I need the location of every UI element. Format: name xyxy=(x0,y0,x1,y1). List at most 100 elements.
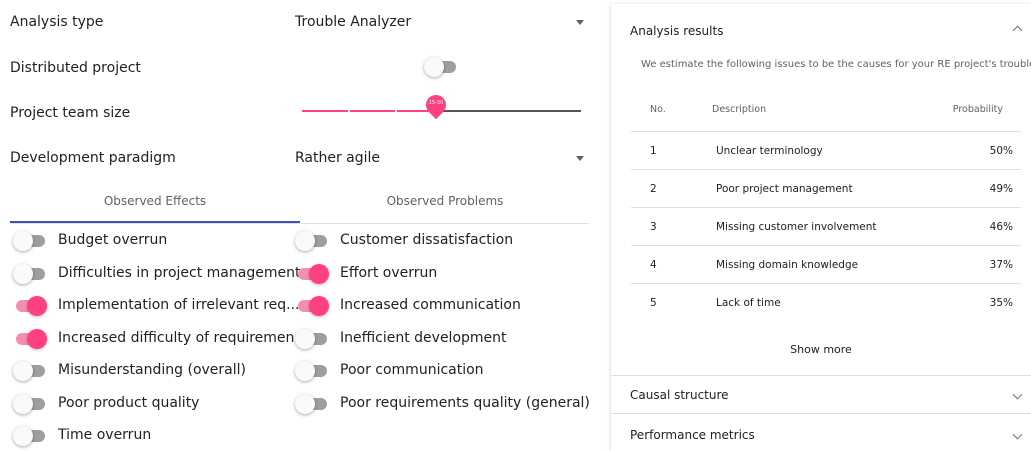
performance-metrics-title: Performance metrics xyxy=(630,428,755,442)
effect-item[interactable]: Time overrun xyxy=(13,426,303,446)
chevron-down-icon xyxy=(1012,429,1023,440)
effect-toggle[interactable] xyxy=(13,426,47,446)
paradigm-value: Rather agile xyxy=(295,150,381,166)
column-header-no: No. xyxy=(650,104,666,115)
toggle-thumb xyxy=(309,296,329,316)
toggle-thumb xyxy=(13,426,33,446)
analysis-results-header[interactable]: Analysis results xyxy=(611,4,1031,54)
column-header-probability: Probability xyxy=(952,104,1003,115)
slider-tick xyxy=(489,110,491,112)
cell-no: 1 xyxy=(650,145,657,157)
results-intro: We estimate the following issues to be t… xyxy=(641,59,1031,70)
toggle-thumb xyxy=(424,57,444,77)
chevron-down-icon xyxy=(576,20,584,25)
effect-label: Misunderstanding (overall) xyxy=(58,362,246,378)
slider-track-inactive xyxy=(436,110,581,112)
slider-value-label: 15-30 xyxy=(428,100,444,106)
toggle-thumb xyxy=(295,231,315,251)
effect-toggle[interactable] xyxy=(295,361,329,381)
effect-toggle[interactable] xyxy=(13,231,47,251)
table-row: 1 Unclear terminology 50% xyxy=(631,131,1021,169)
effect-label: Poor requirements quality (general) xyxy=(340,394,590,411)
effect-label: Increased communication xyxy=(340,297,521,313)
results-panel: Analysis results We estimate the followi… xyxy=(611,4,1031,451)
configuration-panel: Analysis type Trouble Analyzer Distribut… xyxy=(0,0,600,451)
effect-toggle[interactable] xyxy=(295,263,329,284)
show-more-button[interactable]: Show more xyxy=(611,343,1031,356)
effect-item[interactable]: Poor requirements quality (general) xyxy=(295,393,590,414)
analysis-results-title: Analysis results xyxy=(630,24,724,38)
cell-desc: Unclear terminology xyxy=(716,145,823,157)
toggle-thumb xyxy=(27,296,47,316)
effect-item[interactable]: Poor product quality xyxy=(13,393,303,414)
tab-observed-problems[interactable]: Observed Problems xyxy=(300,194,590,208)
effect-label: Poor communication xyxy=(340,362,484,378)
toggle-thumb xyxy=(13,393,33,414)
cell-desc: Missing domain knowledge xyxy=(716,259,859,271)
chevron-down-icon xyxy=(576,156,584,161)
effect-toggle[interactable] xyxy=(13,361,47,381)
cell-prob: 35% xyxy=(989,297,1013,309)
tabs-divider xyxy=(10,223,589,224)
effect-toggle[interactable] xyxy=(295,328,329,349)
toggle-thumb xyxy=(295,393,315,414)
slider-tick xyxy=(536,110,538,112)
causal-structure-title: Causal structure xyxy=(630,388,729,402)
effect-toggle[interactable] xyxy=(295,393,329,414)
effect-label: Poor product quality xyxy=(58,394,200,411)
slider-tick xyxy=(395,110,397,112)
cell-prob: 46% xyxy=(989,221,1013,233)
toggle-thumb xyxy=(13,231,33,251)
effect-toggle[interactable] xyxy=(13,263,47,284)
cell-no: 2 xyxy=(650,183,657,195)
effect-item[interactable]: Misunderstanding (overall) xyxy=(13,361,303,381)
effect-item[interactable]: Poor communication xyxy=(295,361,585,381)
cell-prob: 50% xyxy=(989,145,1013,157)
cell-desc: Lack of time xyxy=(716,297,781,309)
toggle-thumb xyxy=(13,263,33,284)
paradigm-select[interactable]: Rather agile xyxy=(290,144,590,172)
effect-label: Time overrun xyxy=(58,427,152,443)
cell-prob: 49% xyxy=(989,183,1013,195)
effect-item[interactable]: Difficulties in project management xyxy=(13,263,303,284)
cell-desc: Missing customer involvement xyxy=(716,221,877,233)
paradigm-label: Development paradigm xyxy=(10,150,176,166)
table-row: 5 Lack of time 35% xyxy=(631,283,1021,321)
cell-no: 3 xyxy=(650,221,657,233)
cell-prob: 37% xyxy=(989,259,1013,271)
effect-item[interactable]: Customer dissatisfaction xyxy=(295,231,585,251)
effect-item[interactable]: Inefficient development xyxy=(295,328,585,349)
distributed-project-toggle[interactable] xyxy=(424,57,458,77)
toggle-thumb xyxy=(295,328,315,349)
column-header-description: Description xyxy=(712,104,767,115)
effect-toggle[interactable] xyxy=(13,296,47,316)
effect-label: Increased difficulty of requiremen... xyxy=(58,329,308,346)
effect-item[interactable]: Implementation of irrelevant req... xyxy=(13,296,303,316)
performance-metrics-header[interactable]: Performance metrics xyxy=(611,414,1031,451)
toggle-thumb xyxy=(13,361,33,381)
effect-item[interactable]: Increased difficulty of requiremen... xyxy=(13,328,308,349)
cell-no: 5 xyxy=(650,297,657,309)
chevron-up-icon xyxy=(1012,25,1023,36)
tab-observed-effects[interactable]: Observed Effects xyxy=(10,194,300,208)
slider-tick xyxy=(348,110,350,112)
table-row: 3 Missing customer involvement 46% xyxy=(631,207,1021,245)
effect-item[interactable]: Increased communication xyxy=(295,296,585,316)
chevron-down-icon xyxy=(1012,389,1023,400)
effect-toggle[interactable] xyxy=(13,393,47,414)
table-row: 2 Poor project management 49% xyxy=(631,169,1021,207)
effect-item[interactable]: Budget overrun xyxy=(13,231,303,251)
effect-label: Difficulties in project management xyxy=(58,264,301,281)
causal-structure-header[interactable]: Causal structure xyxy=(611,376,1031,413)
effect-item[interactable]: Effort overrun xyxy=(295,263,585,284)
table-row: 4 Missing domain knowledge 37% xyxy=(631,245,1021,283)
effect-label: Budget overrun xyxy=(58,232,168,248)
analysis-type-value: Trouble Analyzer xyxy=(295,14,412,30)
analysis-type-select[interactable]: Trouble Analyzer xyxy=(290,8,590,36)
effect-toggle[interactable] xyxy=(13,328,47,349)
effect-toggle[interactable] xyxy=(295,231,329,251)
effect-toggle[interactable] xyxy=(295,296,329,316)
tab-indicator xyxy=(10,221,300,223)
cell-desc: Poor project management xyxy=(716,183,853,195)
cell-no: 4 xyxy=(650,259,657,271)
